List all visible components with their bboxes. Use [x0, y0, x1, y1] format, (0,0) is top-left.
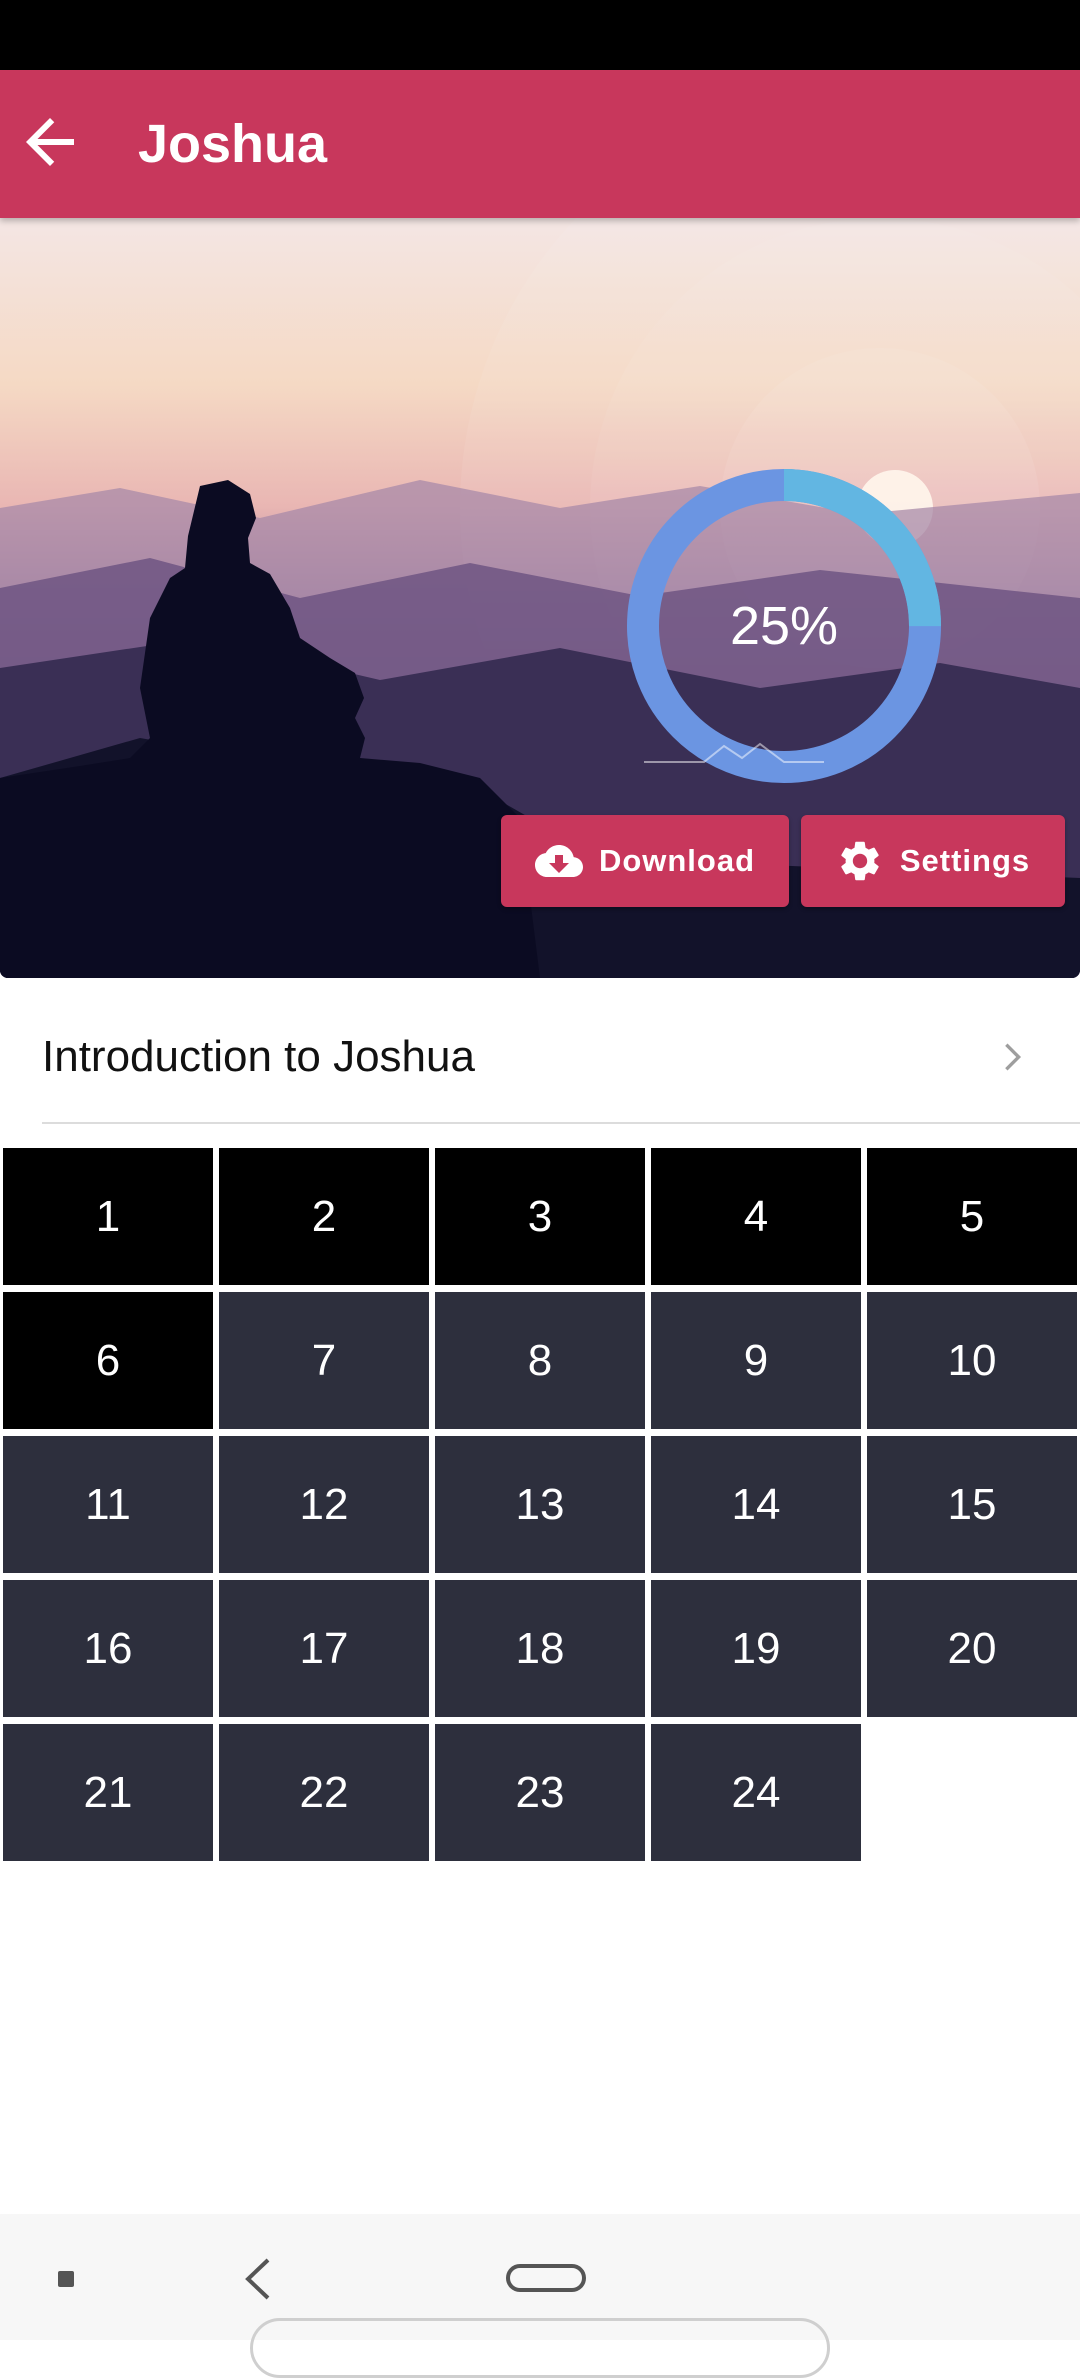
chapter-cell[interactable]: 8 [435, 1292, 645, 1429]
chapter-cell[interactable]: 7 [219, 1292, 429, 1429]
page-title: Joshua [138, 114, 328, 174]
chapter-cell[interactable]: 12 [219, 1436, 429, 1573]
chapter-cell[interactable]: 10 [867, 1292, 1077, 1429]
recents-icon[interactable] [58, 2271, 74, 2287]
gear-icon [841, 841, 879, 881]
download-label: Download [598, 843, 756, 878]
chapter-cell[interactable]: 3 [435, 1148, 645, 1285]
chapter-cell[interactable]: 6 [3, 1292, 213, 1429]
settings-button[interactable]: Settings [801, 815, 1065, 907]
chapter-cell[interactable]: 9 [651, 1292, 861, 1429]
gesture-handle [250, 2318, 830, 2378]
arrow-left-icon [26, 118, 74, 166]
chapter-cell[interactable]: 23 [435, 1724, 645, 1861]
introduction-label: Introduction to Joshua [42, 1032, 475, 1081]
chapter-cell[interactable]: 22 [219, 1724, 429, 1861]
chapter-cell[interactable]: 17 [219, 1580, 429, 1717]
chapter-cell[interactable]: 16 [3, 1580, 213, 1717]
chapter-grid: 1 2 3 4 5 6 7 8 9 10 11 12 13 14 15 16 17 18 19 20 21 22 23 24 [0, 1148, 1080, 1861]
chapter-cell[interactable]: 21 [3, 1724, 213, 1861]
chapter-cell[interactable]: 11 [3, 1436, 213, 1573]
chapter-cell[interactable]: 18 [435, 1580, 645, 1717]
back-button[interactable] [14, 106, 86, 178]
chapter-cell[interactable]: 13 [435, 1436, 645, 1573]
system-nav-bar [0, 2214, 1080, 2378]
chevron-right-icon [1005, 1043, 1022, 1071]
hero-banner: 25% Download Settings [0, 218, 1080, 978]
home-icon[interactable] [506, 2264, 586, 2292]
status-bar [0, 0, 1080, 70]
chapter-cell[interactable]: 24 [651, 1724, 861, 1861]
chapter-cell[interactable]: 19 [651, 1580, 861, 1717]
progress-percent: 25% [729, 596, 839, 656]
chapter-cell[interactable]: 5 [867, 1148, 1077, 1285]
chapter-cell[interactable]: 20 [867, 1580, 1077, 1717]
chapter-cell[interactable]: 14 [651, 1436, 861, 1573]
chapter-cell[interactable]: 2 [219, 1148, 429, 1285]
chapter-cell[interactable]: 1 [3, 1148, 213, 1285]
settings-label: Settings [899, 843, 1031, 878]
download-button[interactable]: Download [501, 815, 789, 907]
nav-back-icon[interactable] [240, 2256, 276, 2302]
app-bar: Joshua [0, 70, 1080, 218]
chapter-cell[interactable]: 15 [867, 1436, 1077, 1573]
introduction-row[interactable]: Introduction to Joshua [42, 992, 1080, 1124]
cloud-download-icon [534, 845, 583, 877]
progress-ring: 25% [624, 466, 944, 786]
chapter-cell[interactable]: 4 [651, 1148, 861, 1285]
